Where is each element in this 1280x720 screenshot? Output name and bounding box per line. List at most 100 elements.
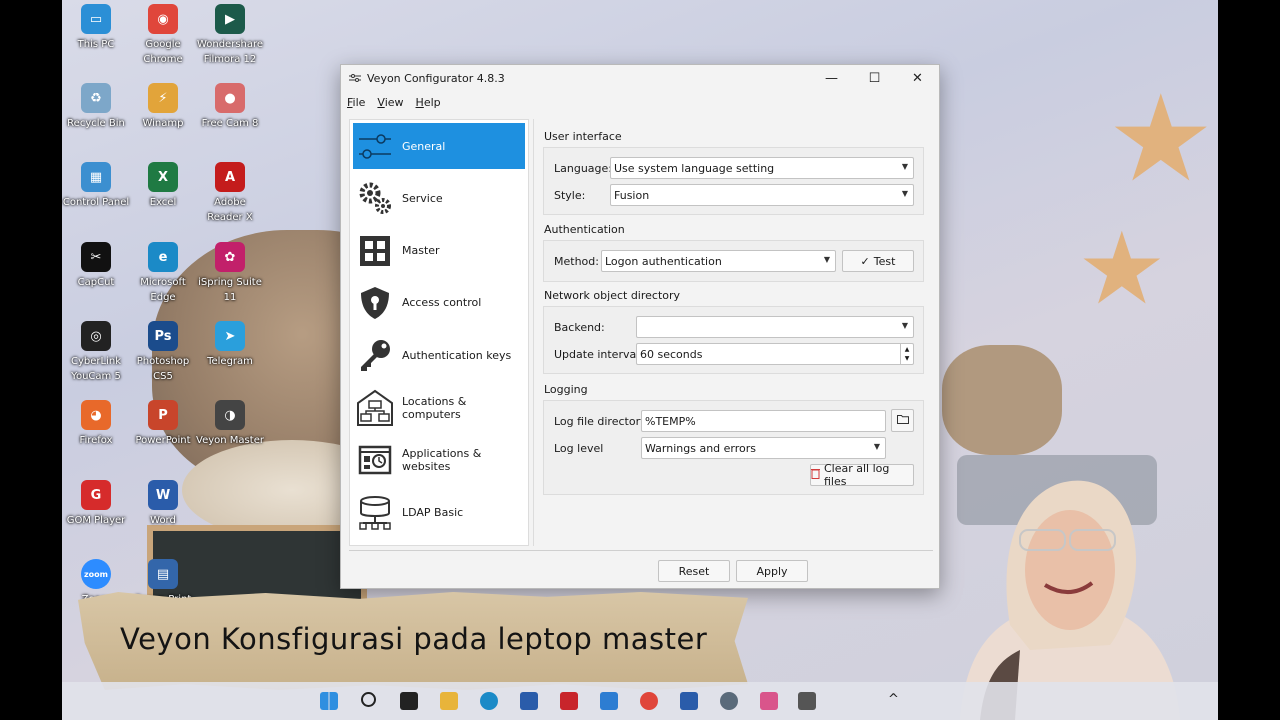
desktop-icon[interactable]: ● Free Cam 8 — [196, 83, 264, 131]
spin-arrows-icon[interactable]: ▲ ▼ — [900, 344, 913, 364]
log-directory-input[interactable]: %TEMP% — [641, 410, 886, 432]
desktop-icon-label: Wondershare Filmora 12 — [196, 39, 264, 65]
start-windows-icon[interactable] — [320, 692, 338, 710]
desktop-icon-label: Excel — [149, 197, 177, 208]
desktop-icon[interactable]: G GOM Player — [62, 480, 130, 528]
word-icon[interactable] — [680, 692, 698, 710]
footer-separator — [349, 550, 933, 551]
method-select[interactable]: Logon authentication ▼ — [601, 250, 836, 272]
minimize-button[interactable]: — — [810, 65, 853, 91]
update-interval-spinbox[interactable]: 60 seconds ▲ ▼ — [636, 343, 914, 365]
database-icon — [356, 494, 394, 532]
desktop-icon[interactable]: W Word — [129, 480, 197, 528]
desktop-icon-label: iSpring Suite 11 — [198, 277, 262, 303]
sliders-icon — [356, 127, 394, 165]
nav-item-authentication-keys[interactable]: Authentication keys — [350, 329, 528, 381]
desktop-icon-label: CyberLink YouCam 5 — [71, 356, 121, 382]
app-icon: Ps — [148, 321, 178, 351]
search-icon[interactable] — [361, 692, 376, 707]
backend-select[interactable]: ▼ — [636, 316, 914, 338]
desktop-icon[interactable]: ▭ This PC — [62, 4, 130, 52]
desktop-icon-label: Google Chrome — [143, 39, 183, 65]
menu-file[interactable]: File — [347, 96, 365, 109]
chevron-down-icon: ▼ — [873, 442, 880, 451]
desktop-icon[interactable]: ◉ Google Chrome — [129, 4, 197, 67]
general-settings-panel: User interface Language: Use system lang… — [533, 119, 931, 546]
desktop-icon-label: Control Panel — [62, 197, 130, 208]
menu-view[interactable]: View — [377, 96, 403, 109]
close-button[interactable]: ✕ — [896, 65, 939, 91]
star-decoration: ★ — [1107, 70, 1215, 209]
clear-log-files-button[interactable]: Clear all log files — [810, 462, 914, 488]
desktop-icon[interactable]: ✿ iSpring Suite 11 — [196, 242, 264, 305]
test-button[interactable]: ✓ Test — [842, 250, 914, 272]
style-value: Fusion — [614, 189, 650, 202]
task-view-icon[interactable] — [400, 692, 418, 710]
nav-item-applications-websites[interactable]: Applications & websites — [350, 434, 528, 486]
store-icon[interactable] — [520, 692, 538, 710]
desktop-icon[interactable]: ▦ Control Panel — [62, 162, 130, 210]
edge-icon[interactable] — [480, 692, 498, 710]
nav-item-master[interactable]: Master — [350, 224, 528, 276]
chrome-icon[interactable] — [640, 692, 658, 710]
menu-help[interactable]: Help — [416, 96, 441, 109]
gears-icon — [356, 179, 394, 217]
app-icon: W — [148, 480, 178, 510]
desktop-icon[interactable]: e Microsoft Edge — [129, 242, 197, 305]
nav-label: Authentication keys — [402, 348, 512, 362]
app-icon: ● — [215, 83, 245, 113]
browse-folder-button[interactable] — [891, 409, 914, 432]
nav-label: Locations & computers — [402, 394, 467, 421]
nav-item-ldap-basic[interactable]: LDAP Basic — [350, 486, 528, 538]
app-clock-icon — [356, 441, 394, 479]
nav-item-locations-computers[interactable]: Locations & computers — [350, 382, 528, 434]
section-title-user-interface: User interface — [544, 130, 622, 143]
snipping-tool-icon[interactable] — [760, 692, 778, 710]
log-level-select[interactable]: Warnings and errors ▼ — [641, 437, 886, 459]
desktop-icon[interactable]: ◕ Firefox — [62, 400, 130, 448]
desktop-icon[interactable]: P PowerPoint — [129, 400, 197, 448]
desktop-icon-label: This PC — [77, 39, 115, 50]
app-icon: ▤ — [148, 559, 178, 589]
desktop-icon[interactable]: A Adobe Reader X — [196, 162, 264, 225]
desktop-icon[interactable]: Ps Photoshop CS5 — [129, 321, 197, 384]
language-select[interactable]: Use system language setting ▼ — [610, 157, 914, 179]
nav-label: Access control — [402, 296, 482, 310]
mail-icon[interactable] — [600, 692, 618, 710]
nav-item-general[interactable]: General — [353, 123, 525, 169]
app-icon: ▶ — [215, 4, 245, 34]
window-title: Veyon Configurator 4.8.3 — [367, 71, 505, 85]
settings-gear-icon[interactable] — [720, 692, 738, 710]
desktop-icon[interactable]: ◑ Veyon Master — [196, 400, 264, 448]
key-icon — [356, 336, 394, 374]
desktop-icon[interactable]: ◎ CyberLink YouCam 5 — [62, 321, 130, 384]
style-select[interactable]: Fusion ▼ — [610, 184, 914, 206]
desktop-icon-label: CapCut — [77, 277, 115, 288]
reset-button[interactable]: Reset — [658, 560, 730, 582]
language-value: Use system language setting — [614, 162, 775, 175]
file-explorer-icon[interactable] — [440, 692, 458, 710]
nav-item-access-control[interactable]: Access control — [350, 277, 528, 329]
desktop-icon-label: Veyon Master — [196, 435, 264, 446]
desktop-icon[interactable]: ♻ Recycle Bin — [62, 83, 130, 131]
star-decoration: ★ — [1077, 210, 1167, 327]
desktop-icon[interactable]: ⚡ Winamp — [129, 83, 197, 131]
desktop-icon[interactable]: ✂ CapCut — [62, 242, 130, 290]
app-icon: ◉ — [148, 4, 178, 34]
veyon-configurator-taskbar-icon[interactable] — [798, 692, 816, 710]
apply-button[interactable]: Apply — [736, 560, 808, 582]
desktop-icon[interactable]: ▶ Wondershare Filmora 12 — [196, 4, 264, 67]
group-network-object-directory: Backend: ▼ Update interval: 60 seconds ▲… — [543, 306, 924, 374]
nav-item-service[interactable]: Service — [350, 172, 528, 224]
title-bar[interactable]: Veyon Configurator 4.8.3 — ☐ ✕ — [341, 65, 939, 91]
desktop-icon[interactable]: ➤ Telegram — [196, 321, 264, 369]
app-icon: ◑ — [215, 400, 245, 430]
section-title-network-object-directory: Network object directory — [544, 289, 681, 302]
maximize-button[interactable]: ☐ — [853, 65, 896, 91]
desktop-icon[interactable]: X Excel — [129, 162, 197, 210]
app-icon: ◕ — [81, 400, 111, 430]
pdf-icon[interactable] — [560, 692, 578, 710]
update-interval-value: 60 seconds — [640, 348, 703, 361]
trash-icon — [811, 468, 820, 482]
chevron-up-icon[interactable]: ^ — [888, 692, 906, 710]
